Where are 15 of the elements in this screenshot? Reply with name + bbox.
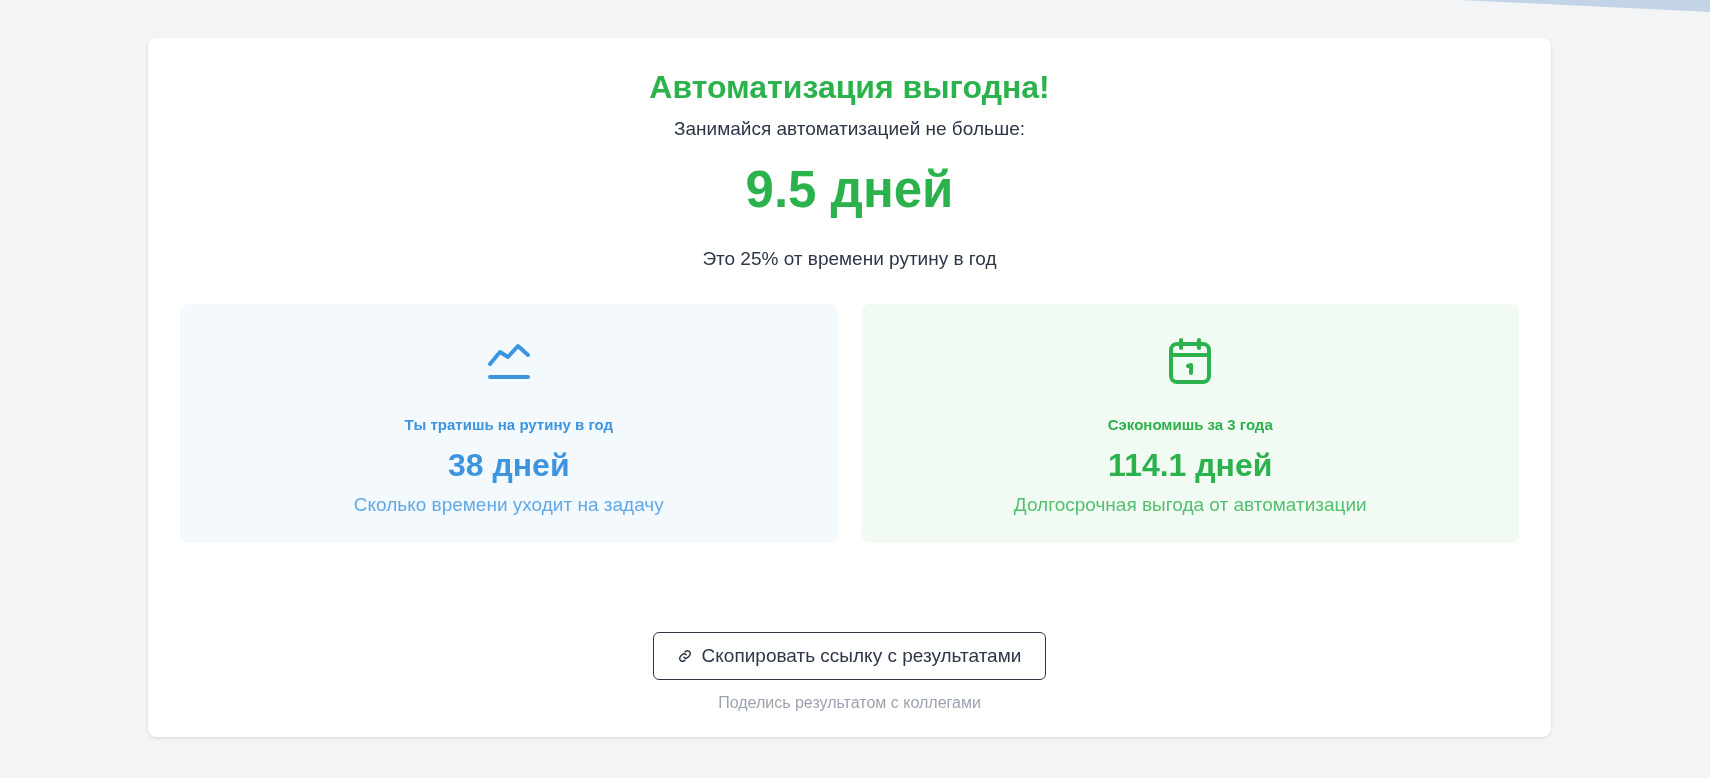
share-hint: Поделись результатом с коллегами [718,694,981,712]
calendar-icon [1168,338,1213,384]
stat-value: 114.1 дней [1108,447,1273,484]
result-value: 9.5 дней [745,160,954,220]
chart-line-icon [486,342,531,380]
stat-description: Долгосрочная выгода от автоматизации [1013,494,1367,516]
result-note: Это 25% от времени рутину в год [702,248,997,270]
stat-label: Сэкономишь за 3 года [1107,416,1273,433]
stat-value: 38 дней [447,447,570,484]
stat-description: Сколько времени уходит на задачу [353,494,664,516]
link-icon [677,649,692,663]
copy-link-button[interactable]: Скопировать ссылку с результатами [652,632,1047,680]
stat-label: Ты тратишь на рутину в год [404,416,613,433]
result-title: Автоматизация выгодна! [649,68,1050,106]
result-subtitle: Занимайся автоматизацией не больше: [674,118,1025,140]
